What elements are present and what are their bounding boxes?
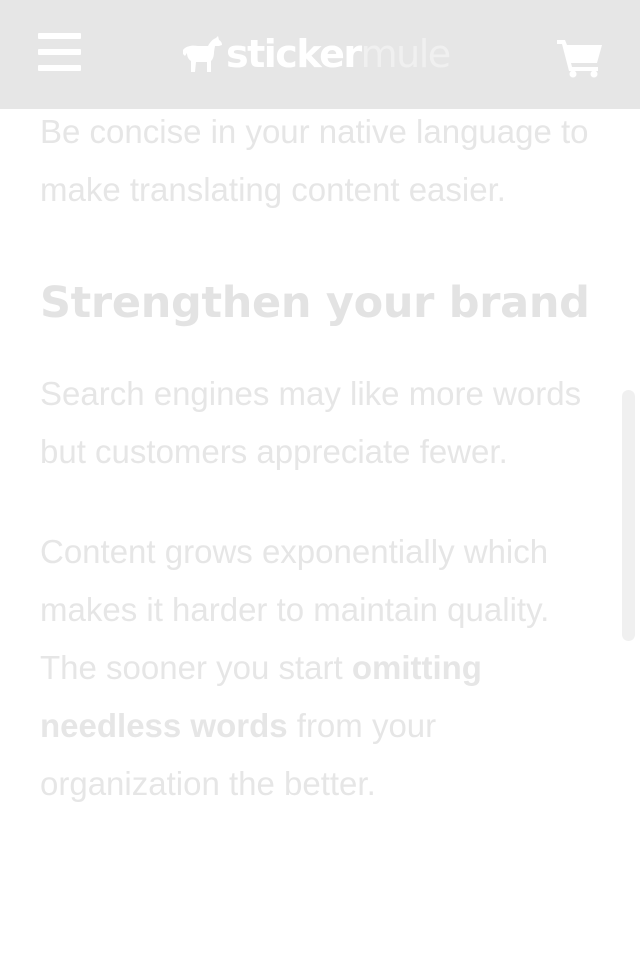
mule-logo-icon — [183, 36, 222, 72]
logo-word-mule: mule — [360, 32, 452, 76]
menu-bar-line — [38, 65, 81, 71]
menu-bar-line — [38, 33, 81, 39]
paragraph-content-grows: Content grows exponentially which makes … — [40, 523, 600, 813]
section-heading: Strengthen your brand — [40, 278, 590, 328]
top-nav-bar: sticker mule — [0, 0, 640, 109]
menu-bar-line — [38, 49, 81, 55]
hamburger-menu-icon[interactable] — [38, 33, 81, 72]
vertical-scrollbar[interactable] — [622, 390, 635, 641]
sticker-mule-logo[interactable]: sticker mule — [180, 28, 452, 80]
article-content: Be concise in your native language to ma… — [40, 103, 600, 813]
page: sticker mule Be concise in your native la… — [0, 0, 640, 959]
intro-paragraph: Be concise in your native language to ma… — [40, 113, 589, 208]
paragraph-search-engines: Search engines may like more words but c… — [40, 375, 582, 470]
shopping-cart-icon[interactable] — [556, 36, 604, 78]
logo-word-sticker: sticker — [226, 32, 362, 76]
